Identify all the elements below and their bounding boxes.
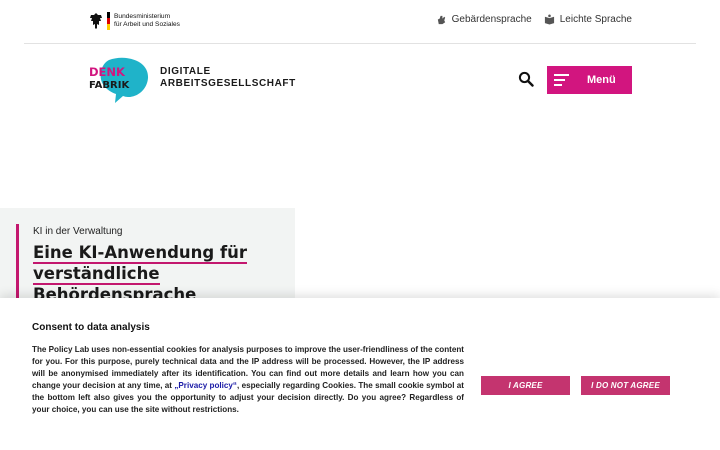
disagree-button[interactable]: I DO NOT AGREE: [581, 376, 670, 395]
teaser-accent-bar: [16, 224, 19, 304]
consent-title: Consent to data analysis: [32, 322, 150, 333]
menu-button[interactable]: Menü: [547, 66, 632, 94]
sign-language-link[interactable]: Gebärdensprache: [436, 14, 532, 25]
sign-language-icon: [437, 15, 445, 25]
teaser-title[interactable]: Eine KI-Anwendung für verständliche Behö…: [33, 242, 288, 306]
consent-text: The Policy Lab uses non-essential cookie…: [32, 345, 464, 415]
logo-word-fabrik: FABRIK: [89, 80, 130, 91]
privacy-policy-link[interactable]: „Privacy policy“: [174, 381, 237, 390]
agree-button[interactable]: I AGREE: [481, 376, 570, 395]
federal-eagle-icon: [90, 13, 102, 29]
easy-language-icon: [544, 14, 554, 25]
cookie-consent-banner: Consent to data analysis The Policy Lab …: [0, 298, 720, 450]
search-icon[interactable]: [518, 71, 534, 87]
ministry-name: Bundesministerium für Arbeit und Soziale…: [114, 13, 180, 28]
teaser-kicker: KI in der Verwaltung: [33, 226, 123, 237]
easy-language-link[interactable]: Leichte Sprache: [544, 14, 632, 25]
denkfabrik-logo[interactable]: DENK FABRIK: [87, 56, 151, 104]
top-utility-bar: Bundesministerium für Arbeit und Soziale…: [0, 0, 720, 44]
hamburger-icon: [554, 74, 569, 86]
logo-subtitle: DIGITALE ARBEITSGESELLSCHAFT: [160, 66, 296, 89]
utility-links: Gebärdensprache Leichte Sprache: [436, 14, 632, 25]
ministry-logo[interactable]: Bundesministerium für Arbeit und Soziale…: [89, 12, 180, 30]
german-flag-icon: [107, 12, 110, 30]
logo-word-denk: DENK: [89, 65, 126, 79]
menu-label: Menü: [587, 74, 616, 86]
